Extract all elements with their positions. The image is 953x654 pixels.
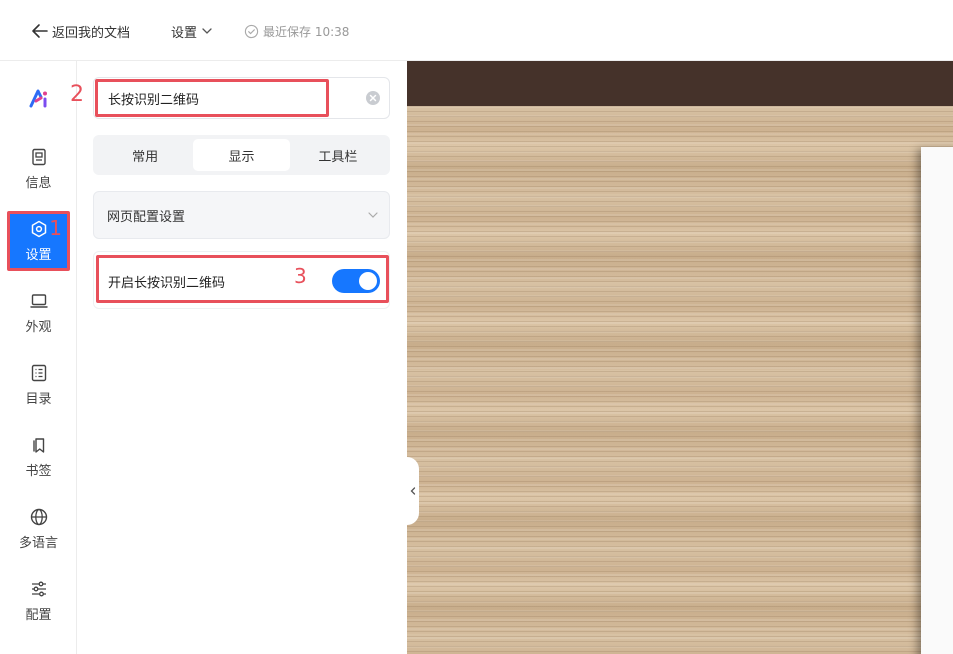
preview-header-bar	[407, 61, 953, 106]
tab-toolbar[interactable]: 工具栏	[290, 139, 386, 171]
rail-item-label: 配置	[25, 608, 52, 623]
tab-display[interactable]: 显示	[193, 139, 290, 171]
collapse-panel-handle[interactable]	[407, 457, 419, 525]
qr-longpress-toggle[interactable]	[332, 269, 380, 293]
settings-search: 2	[70, 77, 390, 119]
back-label: 返回我的文档	[52, 25, 131, 41]
settings-icon	[31, 220, 46, 238]
rail-item-label: 书签	[25, 464, 52, 479]
arrow-left-icon	[32, 24, 48, 38]
chevron-down-icon	[202, 28, 212, 34]
bookmark-icon	[32, 438, 44, 453]
web-config-section[interactable]: 网页配置设置	[93, 191, 390, 239]
rail-item-config[interactable]: 配置	[7, 571, 70, 631]
rail-item-settings[interactable]: 设置 1	[7, 211, 70, 271]
rail-item-label: 目录	[25, 392, 52, 407]
rail-item-bookmark[interactable]: 书签	[7, 427, 70, 487]
info-icon	[31, 148, 46, 166]
annotation-step-2: 2	[70, 82, 84, 107]
rail-item-info[interactable]: 信息	[7, 139, 70, 199]
settings-tabs: 常用 显示 工具栏	[93, 135, 390, 175]
toc-icon	[31, 364, 46, 382]
wood-background	[407, 106, 953, 654]
check-circle-icon	[244, 24, 259, 38]
globe-icon	[30, 508, 47, 526]
rail-item-label: 设置	[25, 248, 52, 263]
left-rail: 信息 设置 1 外观 目录 书签 多语言 配置	[0, 61, 77, 654]
search-input[interactable]	[95, 79, 329, 117]
qr-longpress-option: 开启长按识别二维码 3	[93, 251, 390, 309]
rail-item-appearance[interactable]: 外观	[7, 283, 70, 343]
settings-panel: 2 常用 显示 工具栏 网页配置设置 开启长按识别二维码 3	[70, 61, 407, 654]
chevron-down-icon	[368, 212, 378, 218]
toggle-knob	[359, 272, 377, 290]
back-to-documents-button[interactable]: 返回我的文档	[30, 19, 130, 43]
top-bar: 返回我的文档 设置 最近保存 10:38	[0, 0, 953, 61]
tab-common[interactable]: 常用	[97, 139, 193, 171]
rail-item-label: 多语言	[18, 536, 58, 551]
option-highlight: 开启长按识别二维码 3	[96, 255, 389, 303]
annotation-step-1: 1	[49, 216, 62, 240]
settings-dropdown-label: 设置	[171, 25, 198, 41]
save-status-text: 最近保存 10:38	[263, 24, 350, 39]
document-preview	[407, 61, 953, 654]
page-edge	[921, 147, 953, 654]
sliders-icon	[31, 581, 46, 597]
option-label: 开启长按识别二维码	[108, 276, 226, 291]
rail-item-languages[interactable]: 多语言	[7, 499, 70, 559]
section-title: 网页配置设置	[107, 209, 186, 225]
settings-dropdown[interactable]: 设置	[171, 19, 213, 43]
rail-item-label: 信息	[25, 176, 52, 191]
rail-item-label: 外观	[25, 320, 52, 335]
chevron-left-icon	[410, 487, 416, 495]
app-logo-icon	[29, 89, 47, 108]
clear-icon[interactable]	[365, 90, 381, 106]
annotation-step-3: 3	[294, 264, 307, 288]
rail-item-toc[interactable]: 目录	[7, 355, 70, 415]
save-status: 最近保存 10:38	[244, 19, 349, 43]
appearance-icon	[29, 294, 48, 308]
